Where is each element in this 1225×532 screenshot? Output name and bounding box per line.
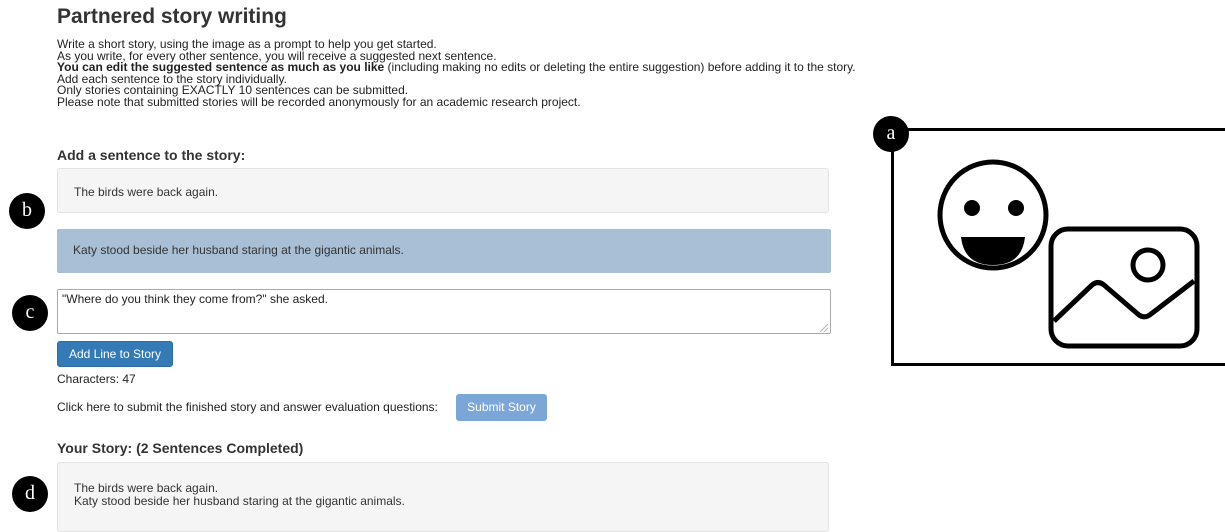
instruction-line: Please note that submitted stories will … [57, 94, 581, 109]
landscape-image-icon [1048, 226, 1200, 349]
instructions: Write a short story, using the image as … [57, 38, 856, 109]
marker-a: a [873, 116, 909, 152]
your-story-heading: Your Story: (2 Sentences Completed) [57, 440, 304, 456]
add-line-button[interactable]: Add Line to Story [57, 341, 173, 367]
marker-c: c [12, 295, 48, 331]
sentence-input[interactable]: "Where do you think they come from?" she… [57, 289, 831, 334]
submit-story-button[interactable]: Submit Story [456, 394, 547, 421]
page-title: Partnered story writing [57, 5, 287, 28]
suggested-sentence[interactable]: Katy stood beside her husband staring at… [57, 229, 831, 273]
marker-b: b [9, 193, 45, 229]
previous-sentence-panel: The birds were back again. [57, 168, 829, 213]
story-line: Katy stood beside her husband staring at… [74, 494, 405, 508]
suggested-sentence-text: Katy stood beside her husband staring at… [73, 243, 404, 257]
smiley-face-icon [937, 159, 1049, 271]
submit-prompt: Click here to submit the finished story … [57, 400, 438, 414]
character-count: Characters: 47 [57, 372, 136, 386]
add-sentence-heading: Add a sentence to the story: [57, 147, 246, 163]
resize-handle-icon[interactable] [820, 324, 828, 332]
marker-d: d [12, 476, 48, 512]
image-prompt [891, 128, 1225, 366]
instruction-text: (including making no edits or deleting t… [384, 60, 856, 75]
previous-sentence-text: The birds were back again. [74, 185, 219, 199]
image-prompt-graphic [937, 159, 1200, 349]
story-panel: The birds were back again. Katy stood be… [57, 462, 829, 532]
